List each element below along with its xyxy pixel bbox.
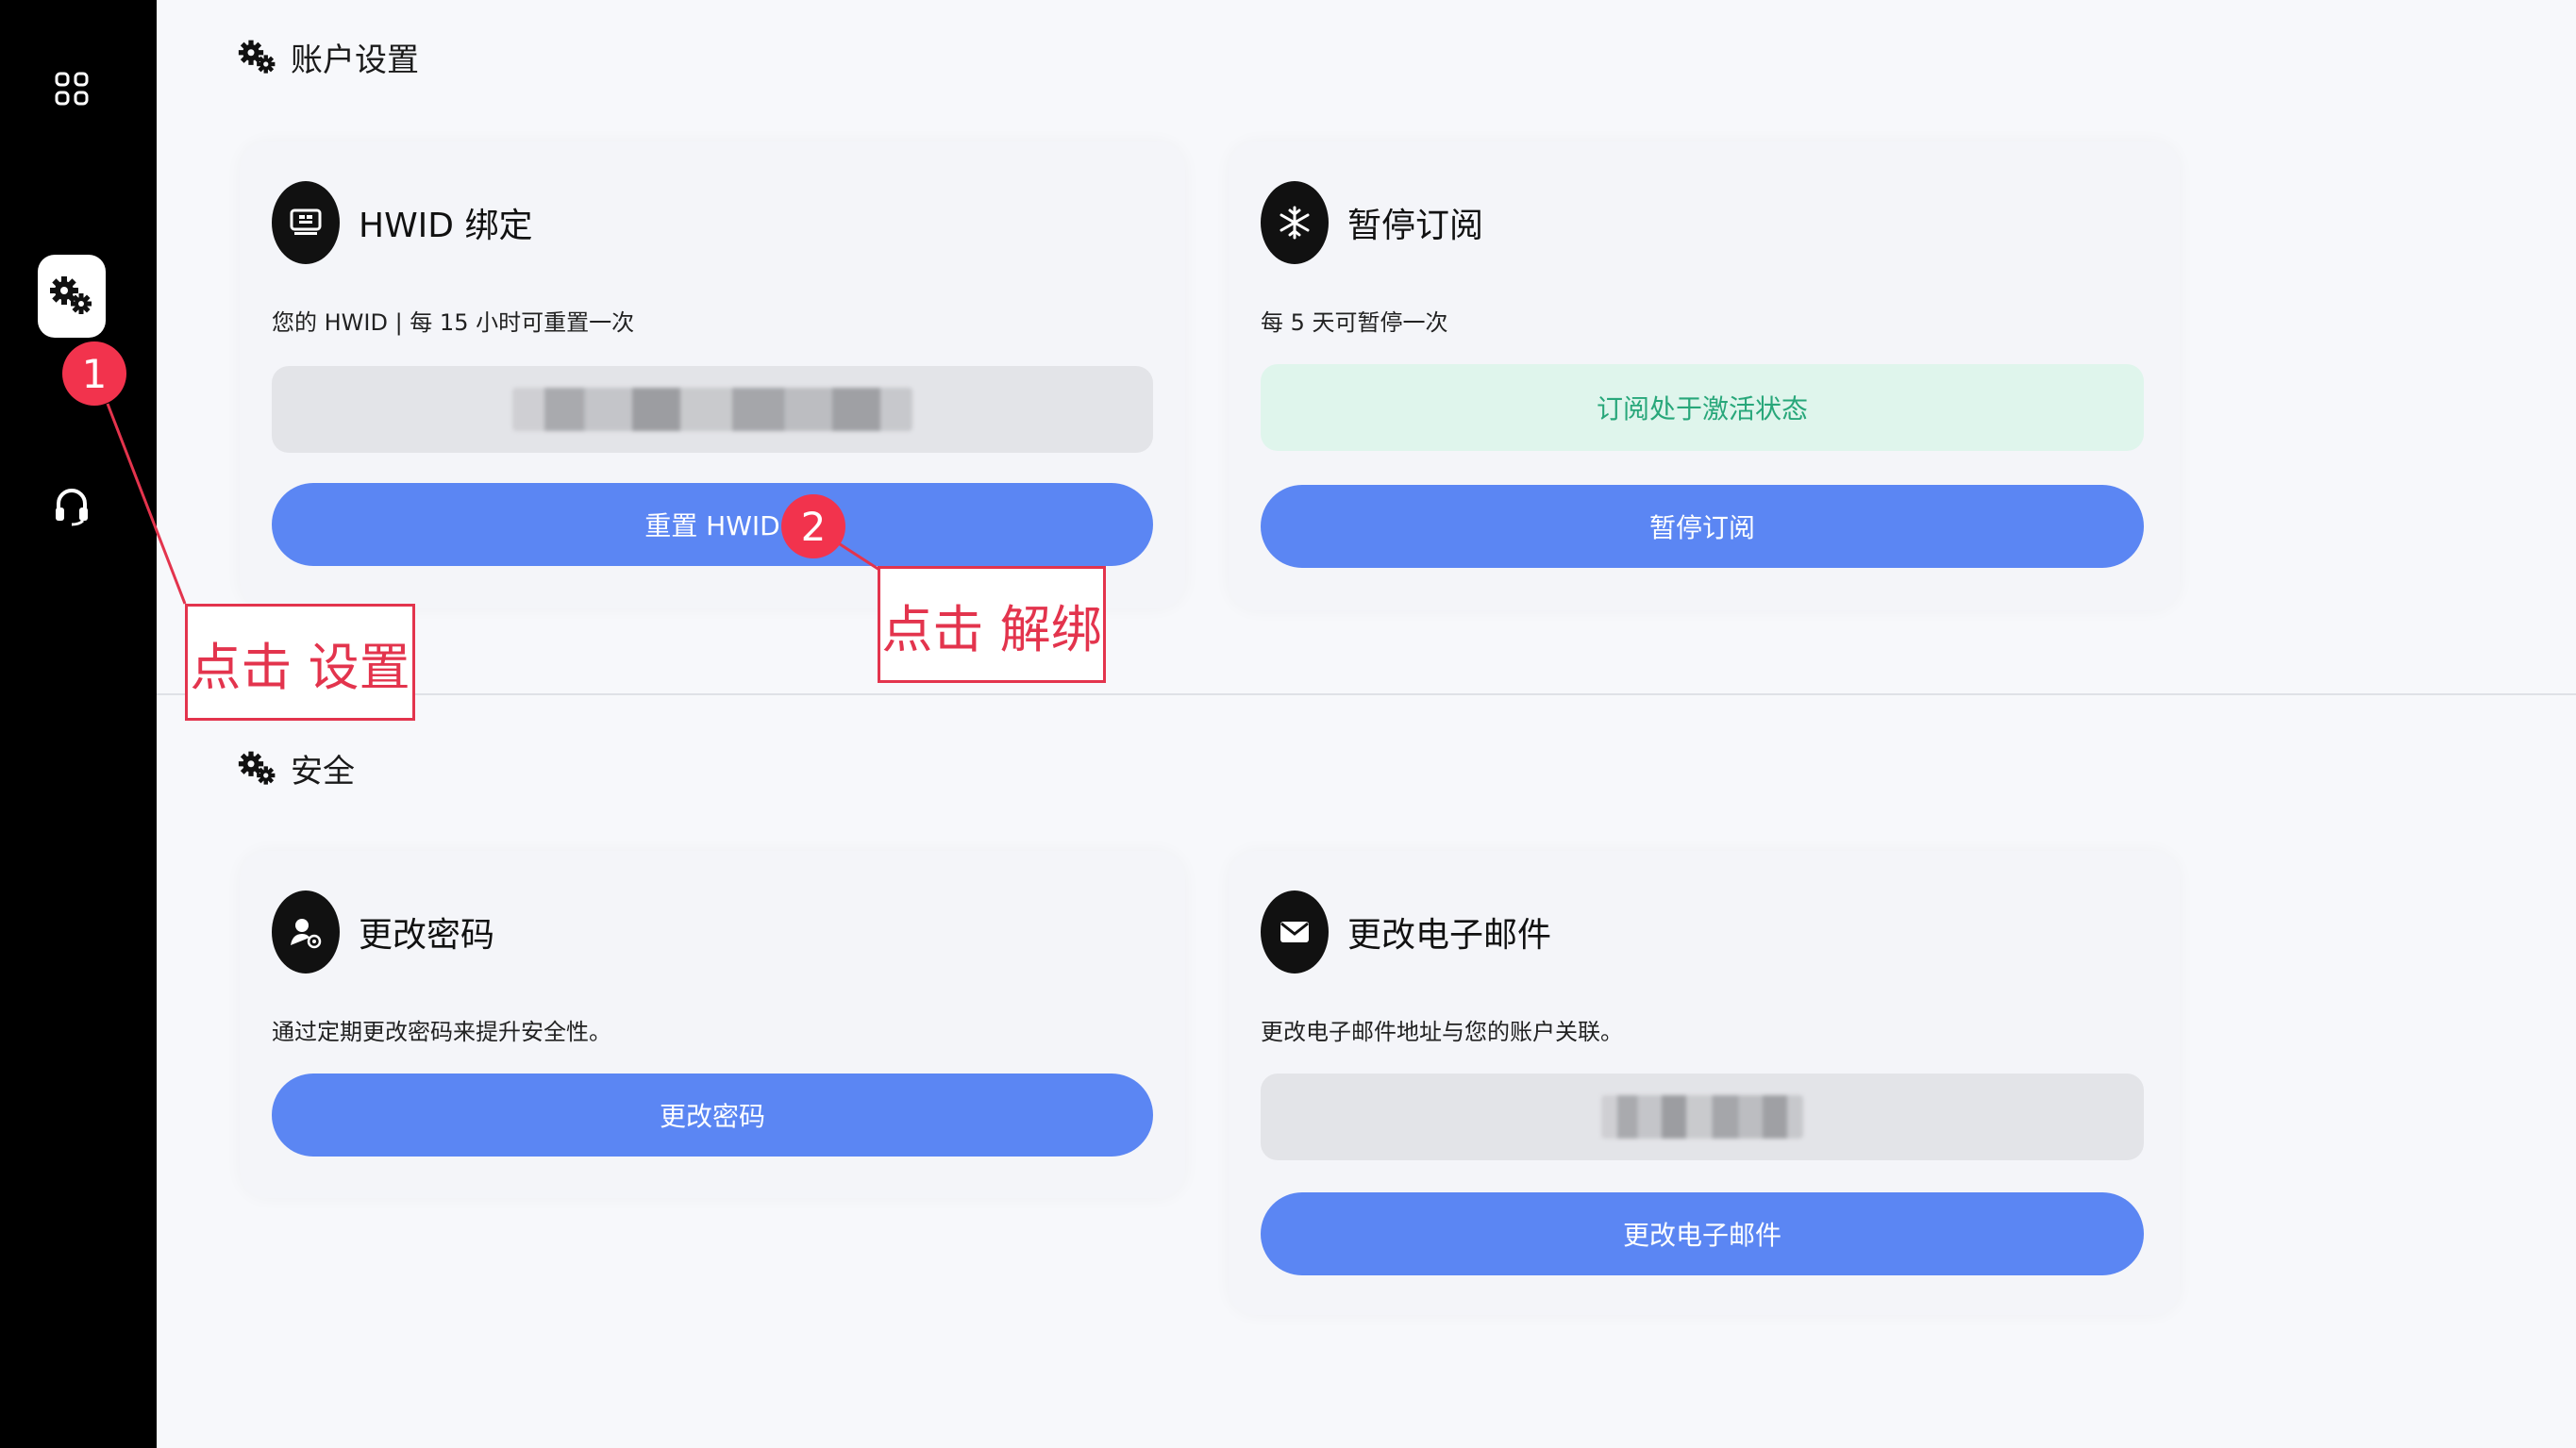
pause-card-desc: 每 5 天可暂停一次 bbox=[1261, 309, 1448, 336]
sidebar-item-support[interactable] bbox=[38, 472, 106, 540]
change-email-card: 更改电子邮件 更改电子邮件地址与您的账户关联。 更改电子邮件 bbox=[1229, 851, 2180, 1315]
gears-icon bbox=[238, 751, 276, 785]
password-card-desc: 通过定期更改密码来提升安全性。 bbox=[272, 1019, 611, 1045]
section-title-text: 账户设置 bbox=[291, 42, 419, 79]
envelope-icon bbox=[1261, 890, 1329, 974]
pause-subscription-card: 暂停订阅 每 5 天可暂停一次 订阅处于激活状态 暂停订阅 bbox=[1229, 141, 2180, 610]
sidebar-item-apps[interactable] bbox=[38, 55, 106, 123]
pause-subscription-button[interactable]: 暂停订阅 bbox=[1261, 485, 2144, 568]
section-divider bbox=[157, 693, 2576, 695]
change-email-button[interactable]: 更改电子邮件 bbox=[1261, 1192, 2144, 1275]
hwid-card: HWID 绑定 您的 HWID | 每 15 小时可重置一次 重置 HWID bbox=[240, 141, 1185, 608]
gears-icon bbox=[50, 276, 92, 314]
redacted-hwid bbox=[512, 388, 912, 431]
step-1-badge: 1 bbox=[62, 341, 126, 406]
subscription-status: 订阅处于激活状态 bbox=[1261, 364, 2144, 451]
change-password-card: 更改密码 通过定期更改密码来提升安全性。 更改密码 bbox=[240, 851, 1185, 1198]
current-email-field bbox=[1261, 1074, 2144, 1160]
monitor-icon bbox=[272, 181, 340, 264]
section-title-text: 安全 bbox=[291, 753, 355, 791]
email-card-desc: 更改电子邮件地址与您的账户关联。 bbox=[1261, 1019, 1623, 1045]
email-card-title: 更改电子邮件 bbox=[1347, 916, 1552, 955]
snowflake-icon bbox=[1261, 181, 1329, 264]
change-password-button[interactable]: 更改密码 bbox=[272, 1074, 1153, 1157]
gears-icon bbox=[238, 40, 276, 74]
account-section-title: 账户设置 bbox=[238, 34, 419, 80]
redacted-email bbox=[1601, 1095, 1803, 1139]
user-lock-icon bbox=[272, 890, 340, 974]
password-card-title: 更改密码 bbox=[359, 916, 495, 955]
headset-icon bbox=[56, 489, 88, 526]
sidebar-item-settings[interactable] bbox=[38, 255, 106, 338]
step-2-callout: 点击 解绑 bbox=[878, 566, 1106, 683]
hwid-value-field bbox=[272, 366, 1153, 453]
reset-hwid-button[interactable]: 重置 HWID bbox=[272, 483, 1153, 566]
grid-icon bbox=[55, 72, 89, 106]
security-section-title: 安全 bbox=[238, 745, 355, 791]
pause-card-title: 暂停订阅 bbox=[1347, 207, 1484, 245]
step-1-callout: 点击 设置 bbox=[185, 604, 415, 721]
hwid-card-desc: 您的 HWID | 每 15 小时可重置一次 bbox=[272, 309, 635, 336]
sidebar bbox=[0, 0, 157, 1448]
hwid-card-title: HWID 绑定 bbox=[359, 207, 533, 245]
step-2-badge: 2 bbox=[781, 494, 845, 558]
